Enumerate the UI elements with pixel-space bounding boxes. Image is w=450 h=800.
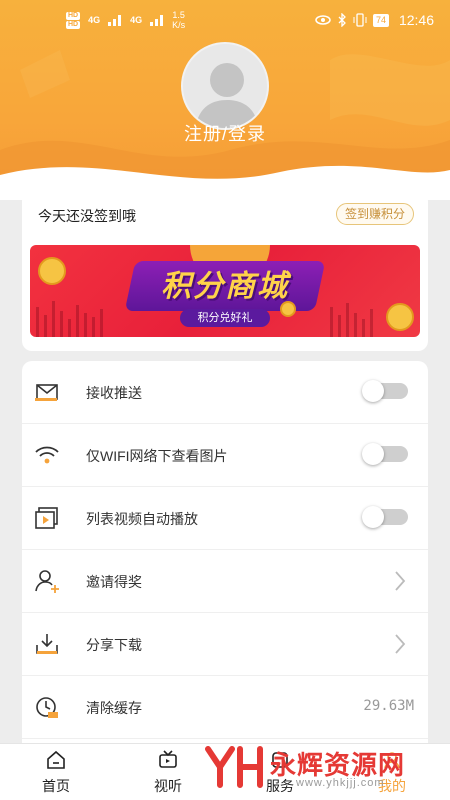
setting-row-share-download[interactable]: 分享下载	[22, 613, 428, 676]
setting-label: 仅WIFI网络下查看图片	[86, 448, 228, 464]
status-bar: HD HD 4G 4G 1.5 K/s 74 12:46	[0, 0, 450, 40]
setting-row-wifi-images[interactable]: 仅WIFI网络下查看图片	[22, 424, 428, 487]
points-mall-banner[interactable]: 积分商城 积分兑好礼	[30, 245, 420, 337]
banner-subtitle: 积分兑好礼	[180, 309, 270, 327]
hd-badge: HD	[66, 11, 81, 20]
bluetooth-icon	[338, 13, 346, 27]
toggle-knob	[362, 380, 384, 402]
envelope-icon	[35, 384, 58, 401]
signal-label: 4G	[130, 15, 143, 25]
banner-title: 积分商城	[161, 270, 289, 303]
default-avatar-icon[interactable]	[181, 42, 269, 130]
chevron-right-icon	[395, 634, 406, 654]
setting-label: 接收推送	[86, 385, 142, 401]
wifi-images-toggle[interactable]	[362, 443, 408, 465]
setting-row-clear-cache[interactable]: 清除缓存 29.63M	[22, 676, 428, 739]
nav-label: 视听	[154, 778, 182, 794]
clock: 12:46	[398, 12, 434, 28]
hd-badge: HD	[66, 20, 81, 29]
video-play-icon	[35, 507, 58, 529]
eye-icon	[315, 15, 331, 25]
setting-label: 分享下载	[86, 637, 142, 653]
setting-row-push[interactable]: 接收推送	[22, 361, 428, 424]
toggle-knob	[362, 443, 384, 465]
network-speed: 1.5 K/s	[172, 10, 186, 30]
toggle-knob	[362, 506, 384, 528]
setting-row-autoplay[interactable]: 列表视频自动播放	[22, 487, 428, 550]
download-icon	[36, 634, 58, 654]
coin-icon	[386, 303, 414, 331]
login-link[interactable]: 注册/登录	[0, 120, 450, 146]
nav-label: 首页	[42, 778, 70, 794]
setting-row-invite[interactable]: 邀请得奖	[22, 550, 428, 613]
chevron-right-icon	[395, 571, 406, 591]
home-icon	[47, 750, 65, 769]
signin-button[interactable]: 签到赚积分	[335, 203, 414, 225]
add-user-icon	[35, 570, 59, 593]
battery-icon: 74	[372, 13, 389, 27]
settings-list: 接收推送 仅WIFI网络下查看图片 列表视频自动播放 邀请得奖 分享下载 清除缓…	[22, 361, 428, 761]
signin-status-text: 今天还没签到哦	[38, 208, 136, 224]
cache-size: 29.63M	[363, 698, 414, 714]
nav-tv[interactable]: 视听	[128, 744, 208, 800]
nav-home[interactable]: 首页	[16, 744, 96, 800]
signal-icon	[150, 15, 164, 26]
wifi-icon	[35, 446, 59, 464]
signal-icon	[108, 15, 122, 26]
setting-label: 邀请得奖	[86, 574, 142, 590]
watermark: 永辉资源网 www.yhkjjj.com	[200, 745, 440, 795]
setting-label: 列表视频自动播放	[86, 511, 198, 527]
push-toggle[interactable]	[362, 380, 408, 402]
clear-cache-icon	[36, 697, 58, 718]
watermark-logo	[205, 746, 263, 788]
signin-card: 今天还没签到哦 签到赚积分 积分商城 积分兑好礼	[22, 191, 428, 351]
watermark-url: www.yhkjjj.com	[296, 777, 385, 789]
profile-header: HD HD 4G 4G 1.5 K/s 74 12:46 注册/登录	[0, 0, 450, 200]
vibrate-icon	[353, 13, 367, 27]
signal-label: 4G	[88, 15, 101, 25]
autoplay-toggle[interactable]	[362, 506, 408, 528]
setting-label: 清除缓存	[86, 700, 142, 716]
tv-icon	[159, 750, 177, 768]
